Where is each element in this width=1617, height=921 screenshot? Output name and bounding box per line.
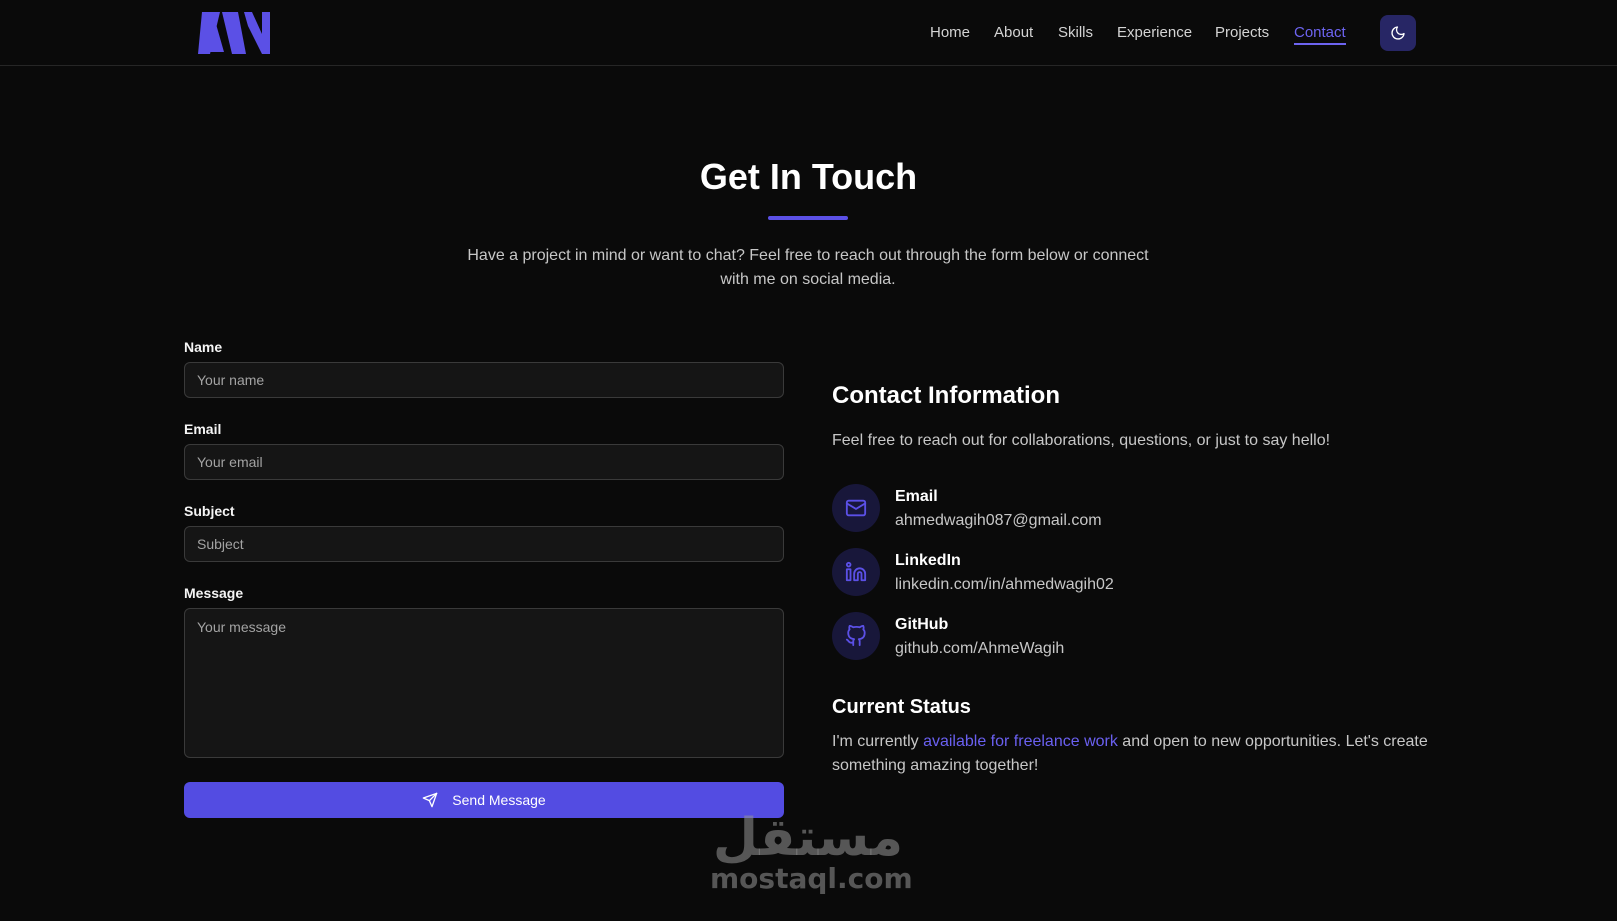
email-link[interactable]: ahmedwagih087@gmail.com (895, 512, 1102, 530)
status-title: Current Status (832, 696, 971, 718)
mail-icon (832, 484, 880, 532)
contact-item-label: GitHub (895, 616, 949, 633)
title-underline (768, 216, 848, 220)
send-message-button[interactable]: Send Message (184, 782, 784, 818)
page: Home About Skills Experience Projects Co… (0, 0, 1617, 921)
nav-skills[interactable]: Skills (1058, 24, 1093, 41)
subject-label: Subject (184, 503, 235, 519)
subject-input[interactable] (184, 526, 784, 562)
nav-projects[interactable]: Projects (1215, 24, 1269, 41)
github-icon (832, 612, 880, 660)
watermark-latin: mostaql.com (710, 862, 913, 895)
email-input[interactable] (184, 444, 784, 480)
status-text: I'm currently available for freelance wo… (832, 730, 1432, 778)
freelance-availability-highlight: available for freelance work (923, 733, 1118, 750)
contact-item-label: LinkedIn (895, 552, 961, 569)
message-textarea[interactable] (184, 608, 784, 758)
contact-item-linkedin: LinkedIn linkedin.com/in/ahmedwagih02 (832, 548, 1392, 598)
github-link[interactable]: github.com/AhmeWagih (895, 640, 1064, 658)
moon-icon (1391, 26, 1405, 40)
contact-info-description: Feel free to reach out for collaboration… (832, 432, 1331, 449)
contact-info-title: Contact Information (832, 382, 1060, 409)
message-label: Message (184, 585, 244, 601)
name-label: Name (184, 339, 223, 355)
status-text-before: I'm currently (832, 733, 924, 750)
paper-plane-icon (422, 792, 438, 808)
watermark: مستقل mostaql.com (710, 808, 913, 904)
email-label: Email (184, 421, 222, 437)
send-message-label: Send Message (452, 792, 546, 808)
nav-home[interactable]: Home (930, 24, 970, 41)
nav-about[interactable]: About (994, 24, 1033, 41)
linkedin-link[interactable]: linkedin.com/in/ahmedwagih02 (895, 576, 1114, 594)
contact-item-github: GitHub github.com/AhmeWagih (832, 612, 1392, 662)
theme-toggle-button[interactable] (1380, 15, 1416, 51)
page-subtitle: Have a project in mind or want to chat? … (467, 247, 1149, 288)
nav-contact[interactable]: Contact (1294, 24, 1346, 45)
page-title: Get In Touch (699, 156, 918, 197)
name-input[interactable] (184, 362, 784, 398)
site-header: Home About Skills Experience Projects Co… (0, 0, 1617, 66)
nav-experience[interactable]: Experience (1117, 24, 1192, 41)
linkedin-icon (832, 548, 880, 596)
watermark-arabic: مستقل (712, 808, 904, 868)
contact-item-label: Email (895, 488, 938, 505)
contact-item-email: Email ahmedwagih087@gmail.com (832, 484, 1392, 534)
logo-icon[interactable] (198, 12, 272, 54)
